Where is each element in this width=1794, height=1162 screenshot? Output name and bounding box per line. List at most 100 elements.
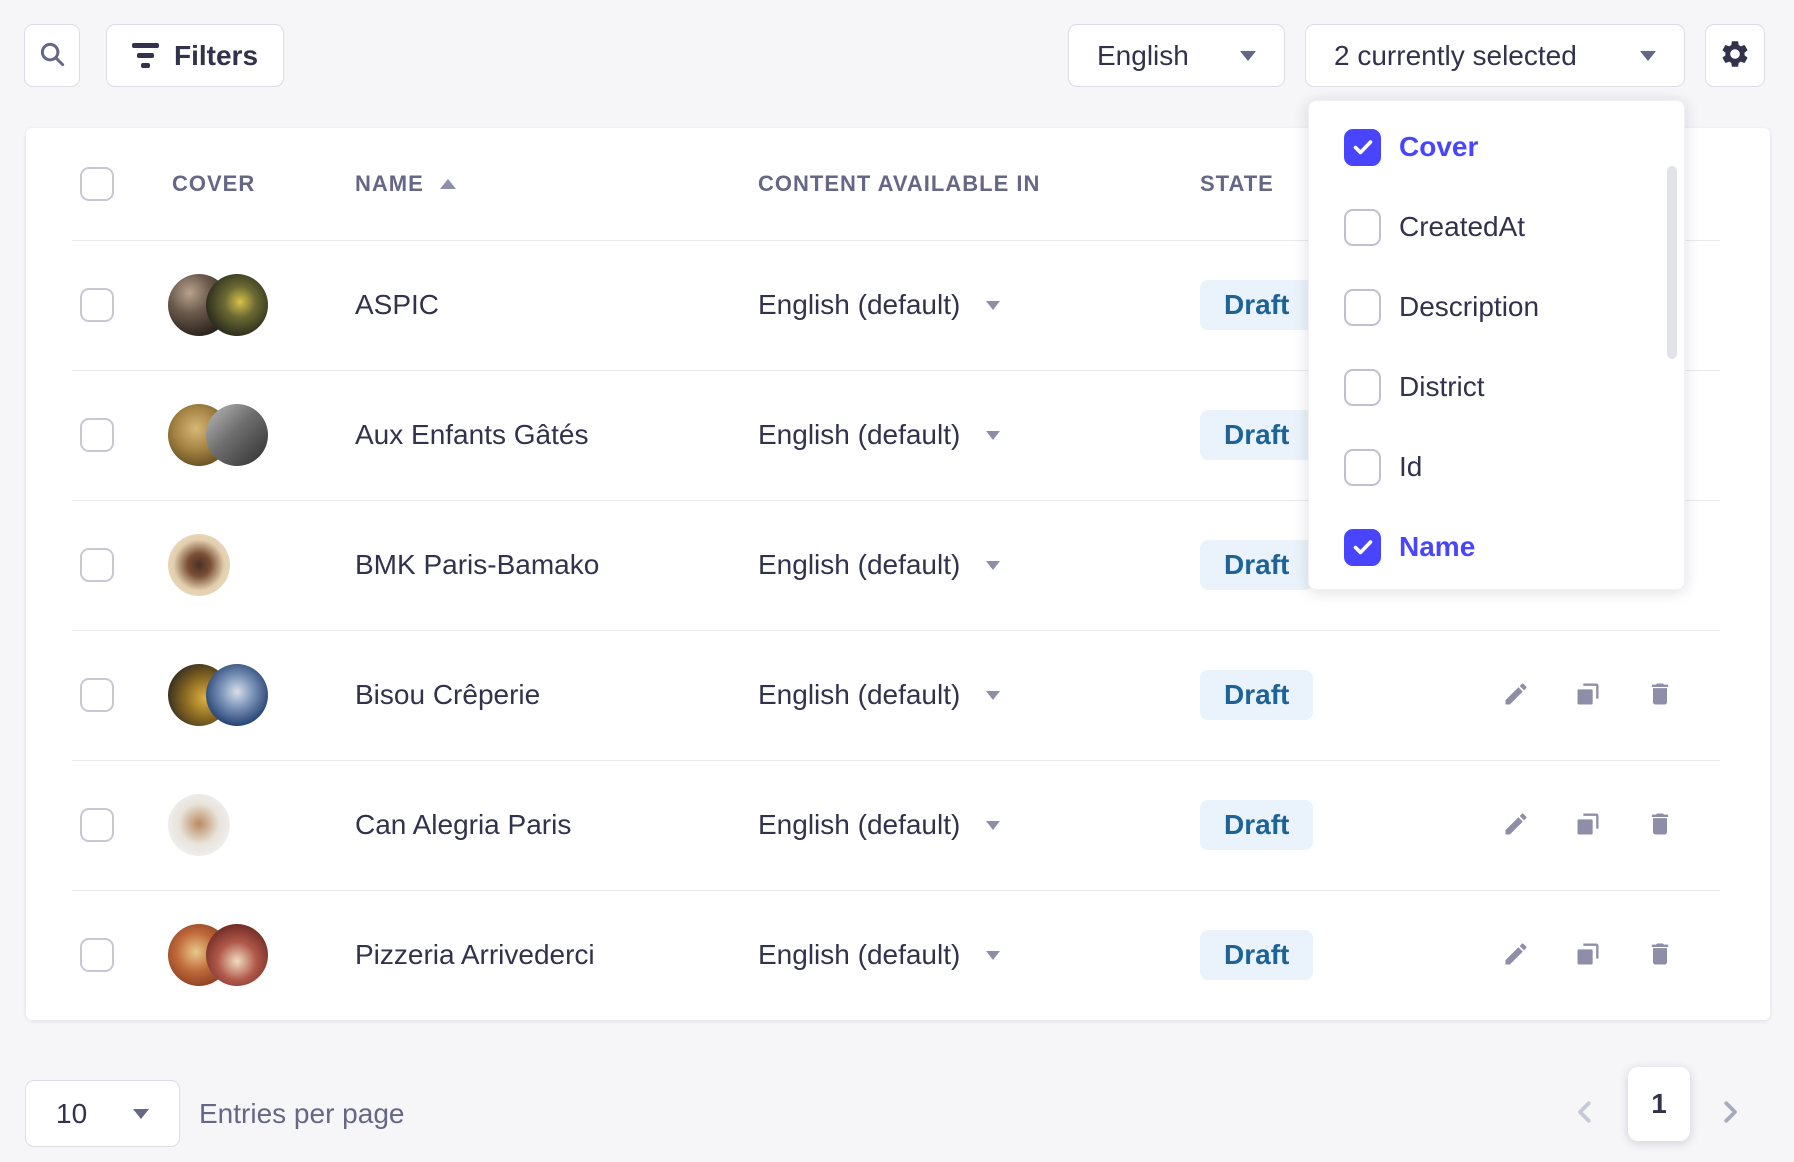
row-checkbox[interactable] [80,808,114,842]
page-number-button[interactable]: 1 [1628,1067,1690,1141]
page-size-select[interactable]: 10 [25,1080,180,1147]
row-locale-value: English (default) [758,289,960,321]
row-checkbox[interactable] [80,288,114,322]
column-option[interactable]: Cover [1309,107,1684,187]
chevron-down-icon [986,951,1000,960]
duplicate-icon [1574,940,1602,971]
entries-per-page-label: Entries per page [199,1080,404,1147]
restaurant-name: Pizzeria Arrivederci [355,939,595,971]
column-option-label: District [1399,371,1485,403]
locale-select[interactable]: English [1068,24,1285,87]
chevron-down-icon [133,1109,149,1119]
column-header-cover: COVER [172,171,255,197]
search-icon [37,39,67,72]
duplicate-button[interactable] [1574,941,1602,969]
chevron-down-icon [986,561,1000,570]
delete-button[interactable] [1646,681,1674,709]
status-badge: Draft [1200,930,1313,980]
row-locale-select[interactable]: English (default) [758,809,1200,841]
filters-button-label: Filters [174,40,258,72]
column-header-state: STATE [1200,171,1274,197]
row-locale-select[interactable]: English (default) [758,549,1200,581]
chevron-down-icon [1240,51,1256,61]
sort-ascending-icon [440,179,456,189]
locale-select-value: English [1097,40,1189,72]
duplicate-button[interactable] [1574,681,1602,709]
edit-icon [1502,810,1530,841]
table-row: Can Alegria ParisEnglish (default)Draft [26,760,1770,890]
delete-button[interactable] [1646,941,1674,969]
status-badge: Draft [1200,410,1313,460]
chevron-down-icon [986,301,1000,310]
restaurant-name: BMK Paris-Bamako [355,549,599,581]
row-locale-select[interactable]: English (default) [758,679,1200,711]
row-locale-select[interactable]: English (default) [758,289,1200,321]
chevron-down-icon [986,431,1000,440]
page-size-value: 10 [56,1098,87,1130]
delete-icon [1646,810,1674,841]
column-option-checkbox[interactable] [1344,129,1381,166]
edit-button[interactable] [1502,811,1530,839]
column-option[interactable]: CreatedAt [1309,187,1684,267]
column-option-label: Description [1399,291,1539,323]
restaurant-name: ASPIC [355,289,439,321]
column-option-checkbox[interactable] [1344,369,1381,406]
cover-avatar [168,534,230,596]
cover-avatar [206,404,268,466]
row-locale-value: English (default) [758,549,960,581]
previous-page-button[interactable] [1565,1085,1605,1141]
cover-avatar [206,924,268,986]
edit-icon [1502,680,1530,711]
column-option-label: Cover [1399,131,1478,163]
chevron-down-icon [986,691,1000,700]
status-badge: Draft [1200,670,1313,720]
column-header-content-available-in: CONTENT AVAILABLE IN [758,171,1040,197]
cover-avatar [168,794,230,856]
delete-button[interactable] [1646,811,1674,839]
search-button[interactable] [24,24,80,87]
delete-icon [1646,680,1674,711]
columns-select[interactable]: 2 currently selected [1305,24,1685,87]
duplicate-button[interactable] [1574,811,1602,839]
cover-avatar [206,274,268,336]
status-badge: Draft [1200,280,1313,330]
column-option[interactable]: Name [1309,507,1684,587]
settings-button[interactable] [1705,24,1765,87]
next-page-button[interactable] [1710,1085,1750,1141]
column-option-checkbox[interactable] [1344,209,1381,246]
column-option[interactable]: Id [1309,427,1684,507]
filters-button[interactable]: Filters [106,24,284,87]
column-option-checkbox[interactable] [1344,529,1381,566]
row-locale-select[interactable]: English (default) [758,939,1200,971]
row-checkbox[interactable] [80,418,114,452]
dropdown-scrollbar[interactable] [1667,166,1677,359]
column-option-checkbox[interactable] [1344,289,1381,326]
column-option[interactable]: District [1309,347,1684,427]
row-checkbox[interactable] [80,678,114,712]
duplicate-icon [1574,810,1602,841]
column-header-name-sort[interactable]: NAME [355,171,456,197]
chevron-down-icon [986,821,1000,830]
column-option[interactable]: Description [1309,267,1684,347]
chevron-down-icon [1640,51,1656,61]
column-header-name: NAME [355,171,424,197]
row-locale-value: English (default) [758,419,960,451]
duplicate-icon [1574,680,1602,711]
row-locale-select[interactable]: English (default) [758,419,1200,451]
columns-select-value: 2 currently selected [1334,40,1577,72]
edit-button[interactable] [1502,681,1530,709]
chevron-right-icon [1715,1097,1745,1130]
delete-icon [1646,940,1674,971]
select-all-checkbox[interactable] [80,167,114,201]
table-row: Pizzeria Arrivederci English (default)Dra… [26,890,1770,1020]
chevron-left-icon [1570,1097,1600,1130]
columns-dropdown-panel: Cover CreatedAt Description District IdName [1308,100,1685,590]
row-checkbox[interactable] [80,548,114,582]
restaurant-name: Can Alegria Paris [355,809,571,841]
row-checkbox[interactable] [80,938,114,972]
restaurant-name: Aux Enfants Gâtés [355,419,588,451]
edit-button[interactable] [1502,941,1530,969]
gear-icon [1719,38,1751,73]
edit-icon [1502,940,1530,971]
column-option-checkbox[interactable] [1344,449,1381,486]
